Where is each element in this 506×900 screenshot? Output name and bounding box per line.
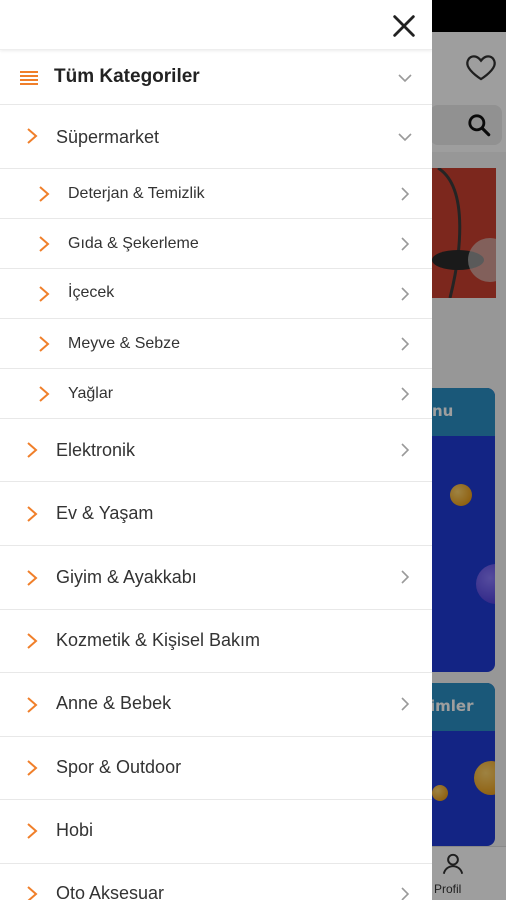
drawer-top-bar <box>0 0 432 50</box>
subcategory-label: İçecek <box>68 284 115 301</box>
category-item-spor-outdoor[interactable]: Spor & Outdoor <box>0 737 432 800</box>
chevron-right-icon <box>39 386 50 402</box>
subcategory-item-deterjan[interactable]: Deterjan & Temizlik <box>0 169 432 219</box>
chevron-right-icon[interactable] <box>398 570 412 584</box>
chevron-right-icon[interactable] <box>398 387 412 401</box>
category-label: Giyim & Ayakkabı <box>56 567 197 587</box>
chevron-right-icon[interactable] <box>398 443 412 457</box>
chevron-right-icon <box>39 236 50 252</box>
category-item-oto-aksesuar[interactable]: Oto Aksesuar <box>0 864 432 900</box>
all-categories-title: Tüm Kategoriler <box>54 66 200 87</box>
category-item-giyim-ayakkabi[interactable]: Giyim & Ayakkabı <box>0 546 432 610</box>
subcategory-item-meyve-sebze[interactable]: Meyve & Sebze <box>0 319 432 369</box>
category-label: Ev & Yaşam <box>56 503 154 523</box>
chevron-right-icon[interactable] <box>398 337 412 351</box>
chevron-right-icon <box>39 336 50 352</box>
chevron-right-icon[interactable] <box>398 887 412 900</box>
chevron-down-icon[interactable] <box>398 71 412 85</box>
chevron-right-icon <box>27 442 38 458</box>
chevron-right-icon <box>27 760 38 776</box>
category-item-kozmetik[interactable]: Kozmetik & Kişisel Bakım <box>0 610 432 673</box>
chevron-right-icon[interactable] <box>398 187 412 201</box>
category-item-elektronik[interactable]: Elektronik <box>0 419 432 482</box>
chevron-right-icon <box>27 697 38 713</box>
chevron-right-icon[interactable] <box>398 287 412 301</box>
subcategory-label: Gıda & Şekerleme <box>68 235 199 252</box>
subcategory-item-gida[interactable]: Gıda & Şekerleme <box>0 219 432 269</box>
category-label: Oto Aksesuar <box>56 883 165 900</box>
category-item-ev-yasam[interactable]: Ev & Yaşam <box>0 482 432 546</box>
subcategory-label: Deterjan & Temizlik <box>68 185 205 202</box>
category-label: Spor & Outdoor <box>56 757 182 777</box>
category-label: Süpermarket <box>56 127 160 147</box>
category-label: Elektronik <box>56 440 136 460</box>
list-menu-icon <box>20 71 38 85</box>
subcategory-label: Meyve & Sebze <box>68 335 181 352</box>
all-categories-header[interactable]: Tüm Kategoriler <box>0 52 432 105</box>
category-label: Hobi <box>56 820 94 840</box>
subcategory-item-icecek[interactable]: İçecek <box>0 269 432 319</box>
category-label: Kozmetik & Kişisel Bakım <box>56 630 261 650</box>
category-item-hobi[interactable]: Hobi <box>0 800 432 864</box>
chevron-right-icon <box>27 506 38 522</box>
category-drawer: Tüm Kategoriler Süpermarket Deterjan & T… <box>0 0 432 900</box>
subcategory-label: Yağlar <box>68 385 114 402</box>
category-item-supermarket[interactable]: Süpermarket <box>0 105 432 169</box>
close-icon[interactable] <box>390 12 418 40</box>
category-label: Anne & Bebek <box>56 693 172 713</box>
chevron-right-icon <box>39 286 50 302</box>
chevron-right-icon <box>27 886 38 900</box>
chevron-right-icon <box>27 823 38 839</box>
chevron-right-icon <box>27 570 38 586</box>
chevron-right-icon <box>39 186 50 202</box>
chevron-right-icon[interactable] <box>398 697 412 711</box>
chevron-right-icon <box>27 128 38 144</box>
chevron-down-icon[interactable] <box>398 130 412 144</box>
category-item-anne-bebek[interactable]: Anne & Bebek <box>0 673 432 737</box>
chevron-right-icon[interactable] <box>398 237 412 251</box>
subcategory-item-yaglar[interactable]: Yağlar <box>0 369 432 419</box>
chevron-right-icon <box>27 633 38 649</box>
